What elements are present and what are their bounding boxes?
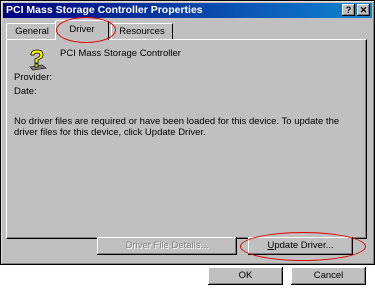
- ok-button[interactable]: OK: [208, 267, 283, 285]
- driver-tab-panel: [6, 39, 367, 239]
- driver-status-message: No driver files are required or have bee…: [14, 116, 340, 138]
- update-driver-annotation-circle: [240, 232, 366, 261]
- window-title: PCI Mass Storage Controller Properties: [6, 4, 203, 16]
- tab-resources[interactable]: Resources: [111, 23, 173, 40]
- date-label: Date:: [14, 86, 37, 97]
- cancel-button[interactable]: Cancel: [291, 267, 366, 285]
- close-button[interactable]: ✕: [357, 4, 370, 16]
- device-name: PCI Mass Storage Controller: [60, 48, 181, 59]
- help-button[interactable]: ?: [342, 4, 355, 16]
- driver-file-details-button: Driver File Details...: [97, 237, 237, 255]
- driver-tab-annotation-circle: [56, 17, 116, 43]
- title-bar[interactable]: PCI Mass Storage Controller Properties ?…: [3, 3, 372, 18]
- unknown-device-question-icon: [29, 49, 47, 71]
- provider-label: Provider:: [14, 72, 53, 83]
- tab-general[interactable]: General: [6, 23, 58, 40]
